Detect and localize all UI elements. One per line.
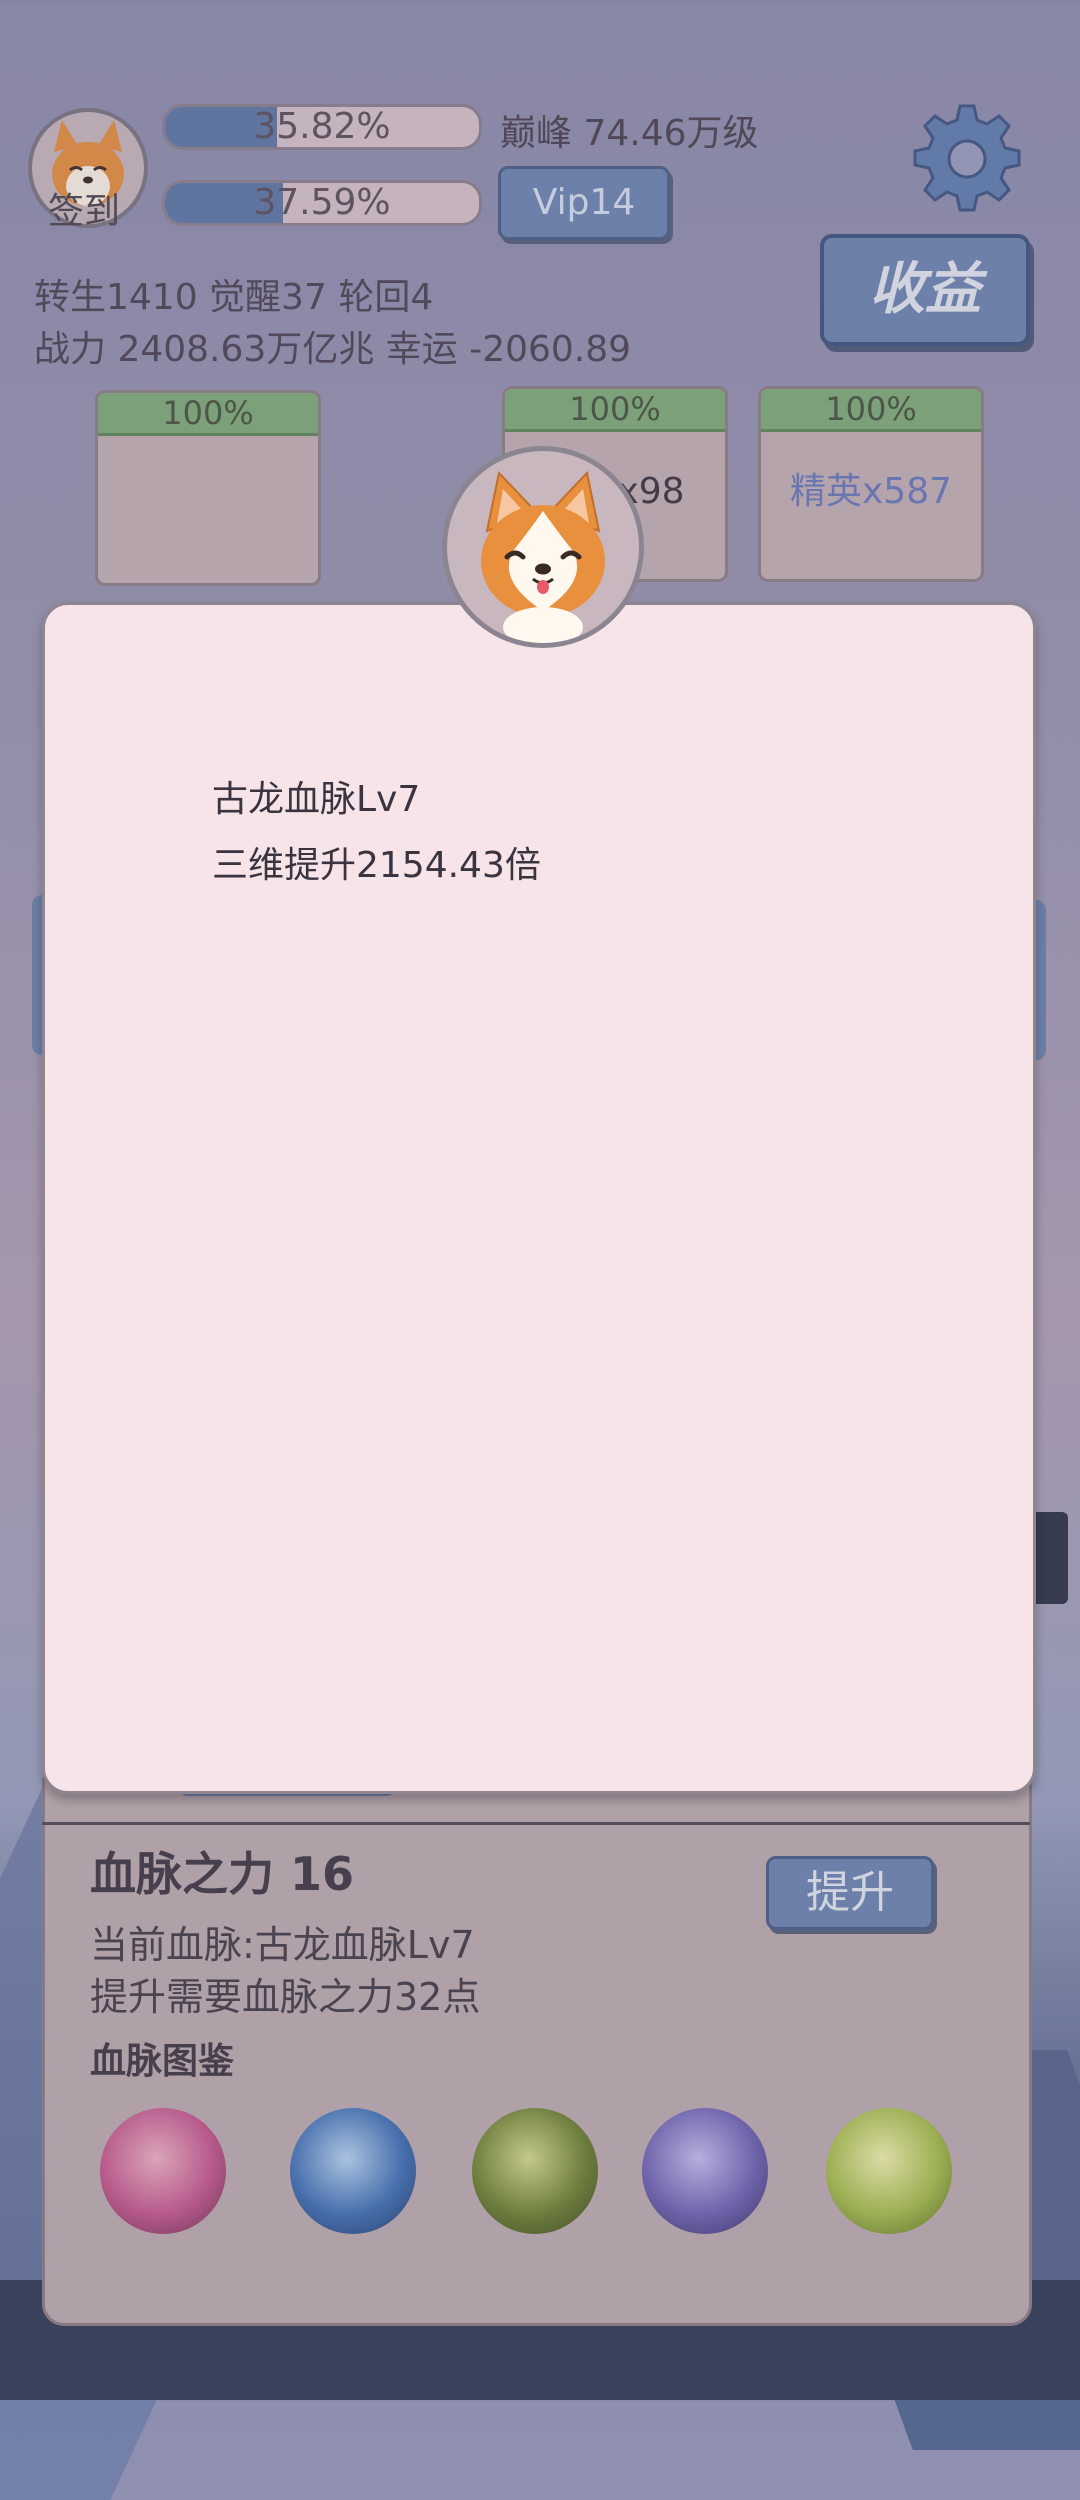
corgi-mascot-icon — [481, 470, 605, 643]
dialog-mascot — [442, 446, 644, 648]
dialog-bonus-text: 三维提升2154.43倍 — [212, 845, 541, 886]
dialog-bloodline-name: 古龙血脉Lv7 — [212, 779, 421, 820]
bloodline-info-dialog — [42, 602, 1036, 1794]
